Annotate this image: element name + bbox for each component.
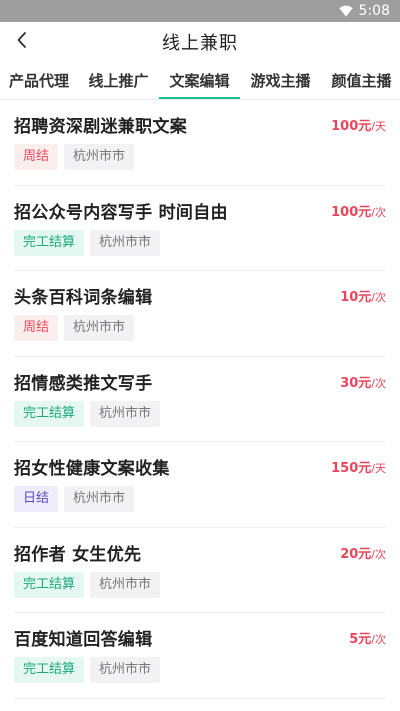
job-item[interactable]: 招公众号内容写手 时间自由 100元/次 完工结算 杭州市市: [14, 186, 386, 271]
price-value: 150元: [331, 461, 372, 476]
nav-bar: 线上兼职: [0, 22, 400, 62]
job-item[interactable]: 百度知道回答编辑 5元/次 完工结算 杭州市市: [14, 613, 386, 699]
job-price: 150元/天: [331, 457, 386, 476]
pay-type-tag: 完工结算: [14, 657, 85, 683]
pay-type-tag: 完工结算: [14, 571, 85, 598]
price-value: 20元: [340, 546, 372, 562]
pay-type-tag: 完工结算: [14, 400, 85, 427]
price-value: 10元: [340, 290, 372, 305]
price-unit: /次: [371, 205, 386, 219]
back-chevron-icon: [16, 31, 28, 53]
price-value: 100元: [331, 204, 372, 220]
back-button[interactable]: [6, 26, 38, 58]
status-time: 5:08: [358, 3, 390, 19]
job-price: 5元/次: [349, 628, 386, 647]
tab-online-promotion[interactable]: 线上推广: [78, 62, 159, 99]
price-unit: /次: [371, 376, 386, 390]
job-item[interactable]: 招情感类推文写手 30元/次 完工结算 杭州市市: [14, 357, 386, 442]
job-title: 招情感类推文写手: [14, 373, 153, 394]
pay-type-tag: 日结: [14, 486, 59, 512]
job-item[interactable]: 招作者 女生优先 20元/次 完工结算 杭州市市: [14, 528, 386, 613]
job-title: 招女性健康文案收集: [14, 459, 170, 479]
job-tags: 完工结算 杭州市市: [14, 571, 161, 598]
job-item[interactable]: 招女性健康文案收集 150元/天 日结 杭州市市: [14, 442, 386, 528]
job-price: 100元/天: [331, 115, 386, 134]
job-tags: 完工结算 杭州市市: [14, 657, 161, 683]
job-item[interactable]: 头条百科词条编辑 10元/次 周结 杭州市市: [14, 271, 386, 357]
city-tag: 杭州市市: [64, 486, 135, 512]
page-title: 线上兼职: [162, 33, 238, 54]
city-tag: 杭州市市: [90, 229, 161, 256]
city-tag: 杭州市市: [64, 315, 135, 341]
status-bar: 5:08: [0, 0, 400, 22]
tab-game-streamer[interactable]: 游戏主播: [240, 62, 321, 99]
city-tag: 杭州市市: [90, 657, 161, 683]
job-tags: 周结 杭州市市: [14, 144, 135, 170]
job-price: 10元/次: [340, 286, 386, 305]
pay-type-tag: 完工结算: [14, 229, 85, 256]
job-title: 头条百科词条编辑: [14, 288, 153, 308]
tab-copywriting[interactable]: 文案编辑: [159, 62, 240, 99]
tab-beauty-streamer[interactable]: 颜值主播: [321, 62, 400, 99]
tab-product-agent[interactable]: 产品代理: [0, 62, 78, 99]
job-tags: 日结 杭州市市: [14, 486, 135, 512]
job-item[interactable]: 招聘资深剧迷兼职文案 100元/天 周结 杭州市市: [14, 100, 386, 186]
job-price: 30元/次: [340, 372, 386, 391]
category-tabs: 产品代理 线上推广 文案编辑 游戏主播 颜值主播: [0, 62, 400, 100]
job-list: 招聘资深剧迷兼职文案 100元/天 周结 杭州市市 招公众号内容写手 时间自由 …: [0, 100, 400, 699]
tab-label: 颜值主播: [331, 72, 392, 90]
job-price: 100元/次: [331, 201, 386, 220]
job-tags: 完工结算 杭州市市: [14, 229, 161, 256]
price-value: 30元: [340, 375, 372, 391]
price-value: 100元: [331, 119, 372, 134]
job-tags: 完工结算 杭州市市: [14, 400, 161, 427]
wifi-icon: [338, 5, 353, 17]
city-tag: 杭州市市: [90, 571, 161, 598]
tab-label: 线上推广: [88, 72, 149, 90]
price-unit: /次: [371, 291, 386, 304]
pay-type-tag: 周结: [14, 315, 59, 341]
job-price: 20元/次: [340, 543, 386, 562]
job-title: 招作者 女生优先: [14, 544, 142, 565]
city-tag: 杭州市市: [90, 400, 161, 427]
pay-type-tag: 周结: [14, 144, 59, 170]
tab-label: 文案编辑: [169, 72, 230, 90]
price-unit: /天: [371, 120, 386, 133]
job-tags: 周结 杭州市市: [14, 315, 135, 341]
city-tag: 杭州市市: [64, 144, 135, 170]
tab-label: 游戏主播: [250, 72, 311, 90]
job-title: 招公众号内容写手 时间自由: [14, 202, 228, 223]
price-unit: /次: [371, 633, 386, 646]
job-title: 招聘资深剧迷兼职文案: [14, 117, 187, 137]
job-title: 百度知道回答编辑: [14, 630, 153, 650]
tab-label: 产品代理: [8, 72, 69, 90]
price-unit: /天: [371, 462, 386, 475]
price-unit: /次: [371, 547, 386, 561]
price-value: 5元: [349, 632, 372, 647]
